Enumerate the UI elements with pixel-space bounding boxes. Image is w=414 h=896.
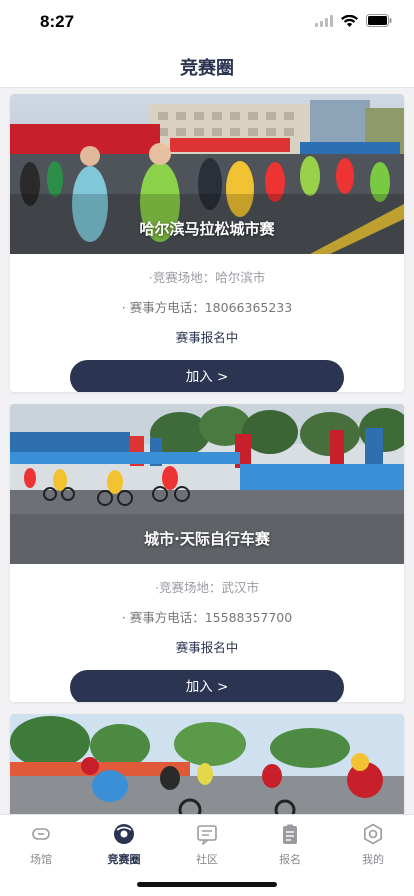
join-button[interactable]: 加入 > — [70, 360, 344, 392]
signup-status: 赛事报名中 — [175, 640, 239, 655]
tab-mine[interactable]: 我的 — [332, 823, 414, 867]
status-bar: 8:27 — [0, 0, 414, 44]
settings-icon — [363, 823, 383, 845]
marathon-photo: 哈尔滨马拉松城市赛 — [10, 94, 404, 254]
tab-community[interactable]: 社区 — [166, 823, 248, 867]
card-title: 城市·天际自行车赛 — [144, 530, 270, 548]
nav-bar: 竞赛圈 — [0, 44, 414, 88]
tab-signup[interactable]: 报名 — [249, 823, 331, 867]
signup-status: 赛事报名中 — [175, 330, 239, 345]
competition-list[interactable]: 哈尔滨马拉松城市赛 ·竞赛场地：哈尔滨市 · 赛事方电话：18066365233… — [0, 88, 414, 814]
competition-icon — [114, 824, 134, 844]
page-title: 竞赛圈 — [180, 58, 234, 79]
home-indicator — [137, 882, 277, 887]
tab-label: 社区 — [196, 853, 218, 866]
tab-label: 报名 — [279, 853, 301, 866]
competition-card[interactable]: 城市·天际自行车赛 ·竞赛场地：武汉市 · 赛事方电话：15588357700 … — [10, 404, 404, 702]
venue-text: ·竞赛场地：武汉市 — [155, 580, 259, 595]
tab-venue[interactable]: 场馆 — [0, 823, 82, 867]
venue-icon — [32, 828, 50, 840]
venue-text: ·竞赛场地：哈尔滨市 — [148, 270, 266, 285]
competition-card[interactable]: 哈尔滨马拉松城市赛 ·竞赛场地：哈尔滨市 · 赛事方电话：18066365233… — [10, 94, 404, 392]
phone-text: · 赛事方电话：15588357700 — [121, 610, 293, 625]
tab-label: 竞赛圈 — [107, 853, 141, 866]
tab-label: 场馆 — [30, 853, 52, 866]
battery-icon — [366, 14, 392, 27]
join-button[interactable]: 加入 > — [70, 670, 344, 702]
status-icons — [315, 14, 392, 27]
phone-text: · 赛事方电话：18066365233 — [121, 300, 293, 315]
status-time: 8:27 — [40, 12, 75, 31]
tab-competition[interactable]: 竞赛圈 — [83, 823, 165, 867]
competition-card[interactable] — [10, 714, 404, 814]
signal-icon — [315, 14, 333, 27]
road-cycling-photo — [10, 714, 404, 814]
community-icon — [197, 825, 217, 845]
cycling-photo: 城市·天际自行车赛 — [10, 404, 404, 564]
signup-icon — [283, 824, 297, 844]
tab-label: 我的 — [362, 853, 384, 866]
card-title: 哈尔滨马拉松城市赛 — [139, 220, 275, 238]
wifi-icon — [341, 14, 358, 27]
